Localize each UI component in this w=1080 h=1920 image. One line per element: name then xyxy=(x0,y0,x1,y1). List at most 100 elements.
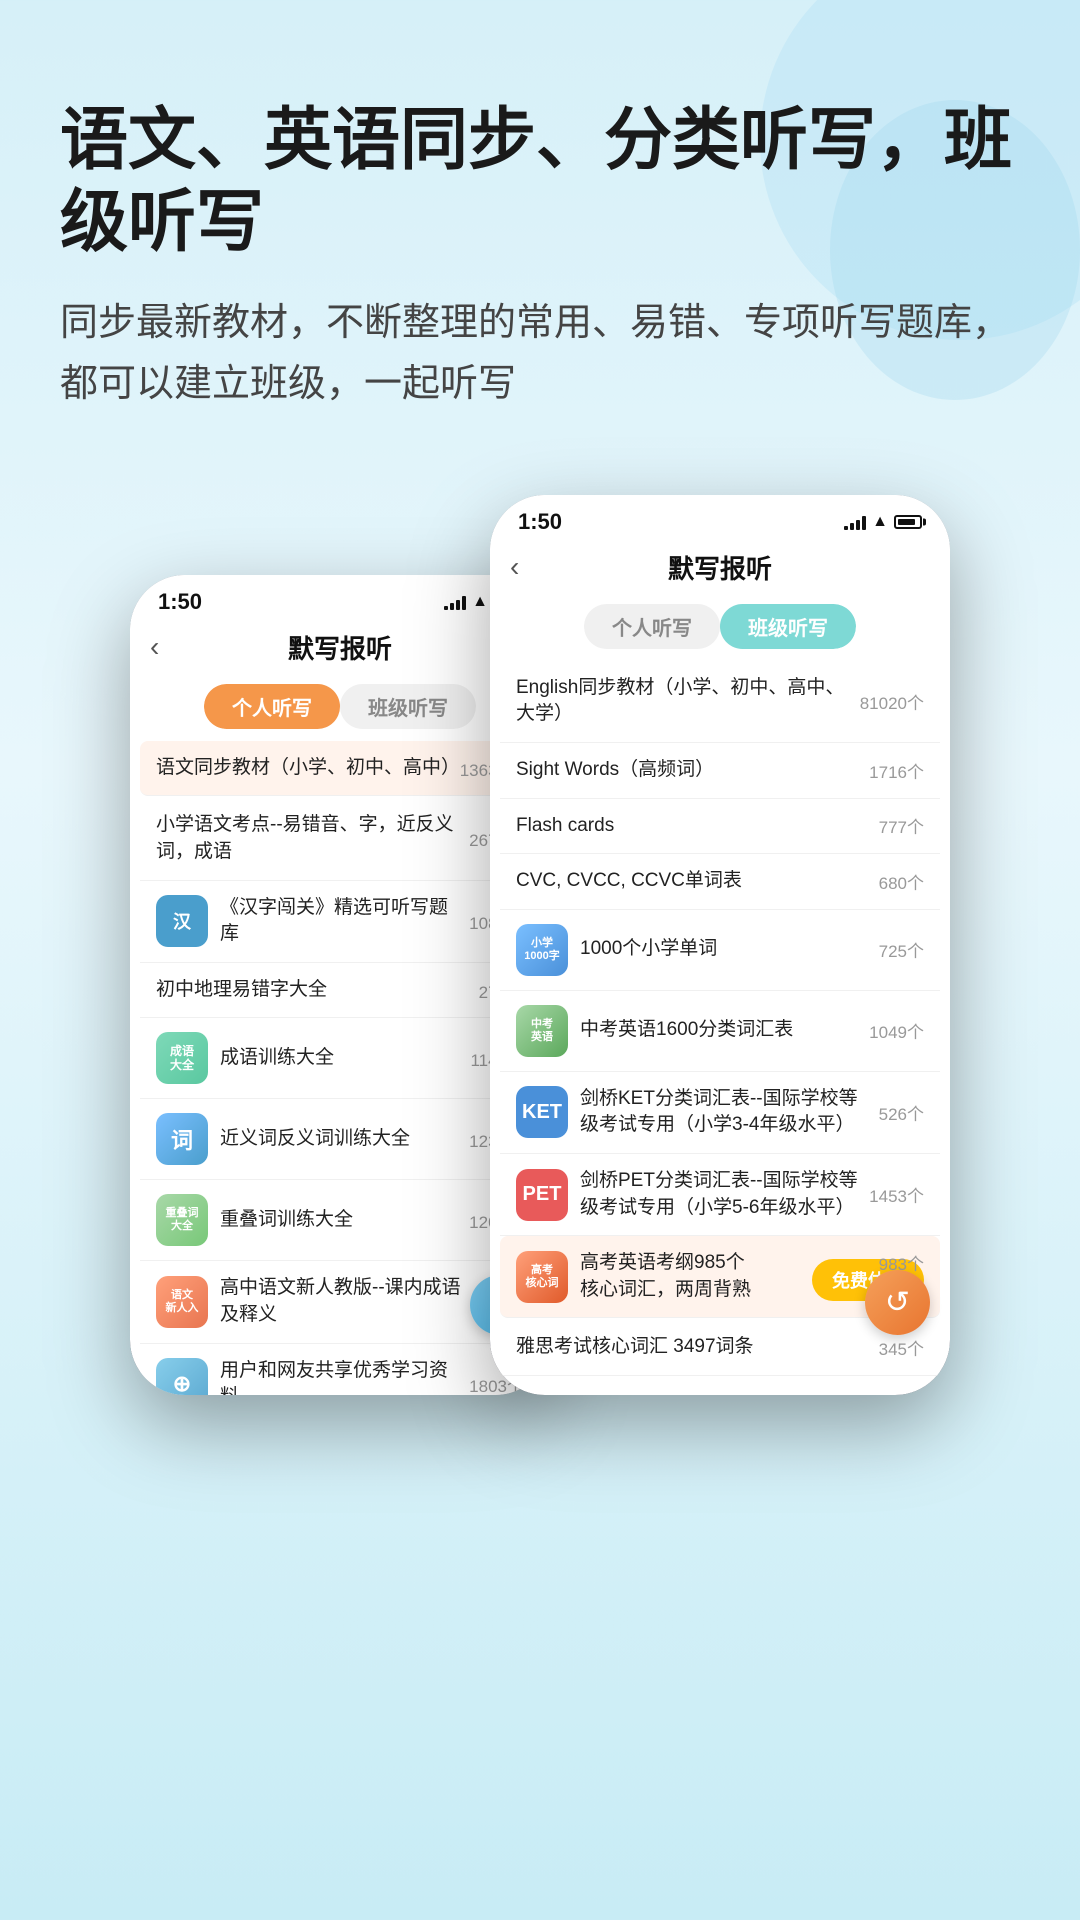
nav-header-left: ‹ 默写报听 xyxy=(130,621,550,676)
list-item-count: 680个 xyxy=(879,869,924,894)
back-button-right[interactable]: ‹ xyxy=(510,551,519,583)
list-item-text: CVC, CVCC, CCVC单词表 xyxy=(516,868,871,895)
list-item-count: 1716个 xyxy=(869,758,924,783)
list-icon: 中考英语 xyxy=(516,1005,568,1057)
phone-right-screen: 1:50 ▲ ‹ 默写报听 xyxy=(490,495,950,1395)
list-item-left: 初中地理易错字大全 xyxy=(156,977,471,1004)
list-item[interactable]: 初中地理易错字大全 275个 xyxy=(140,963,540,1019)
list-item-left: ⊕ 用户和网友共享优秀学习资料 xyxy=(156,1358,461,1395)
list-item-text: 高考英语考纲985个核心词汇，两周背熟 xyxy=(580,1250,752,1303)
status-time-left: 1:50 xyxy=(158,589,202,615)
list-item[interactable]: Flash cards 777个 xyxy=(500,799,940,855)
signal-icon-right xyxy=(844,514,866,530)
list-item[interactable]: 汉 《汉字闯关》精选可听写题库 1087个 xyxy=(140,881,540,963)
header-section: 语文、英语同步、分类听写，班级听写 同步最新教材，不断整理的常用、易错、专项听写… xyxy=(0,0,1080,455)
list-item-count: 1453个 xyxy=(869,1182,924,1207)
list-icon: 重叠词大全 xyxy=(156,1194,208,1246)
list-item-left: 小学语文考点--易错音、字，近反义词，成语 xyxy=(156,812,461,865)
list-item[interactable]: KET 剑桥KET分类词汇表--国际学校等级考试专用（小学3-4年级水平） 52… xyxy=(500,1072,940,1154)
nav-title-left: 默写报听 xyxy=(288,629,392,666)
tab-switcher-left: 个人听写 班级听写 xyxy=(204,684,476,729)
battery-icon-right xyxy=(894,515,922,529)
list-item-text: 1000个小学单词 xyxy=(580,936,871,963)
list-item[interactable]: CVC, CVCC, CCVC单词表 680个 xyxy=(500,854,940,910)
wifi-icon-right: ▲ xyxy=(872,513,888,531)
list-item-text: Flash cards xyxy=(516,813,871,840)
list-item-text: 近义词反义词训练大全 xyxy=(220,1126,461,1153)
status-time-right: 1:50 xyxy=(518,509,562,535)
tab-personal-left[interactable]: 个人听写 xyxy=(204,684,340,729)
list-item-left: English同步教材（小学、初中、高中、大学） xyxy=(516,675,852,728)
list-item-count: 1049个 xyxy=(869,1018,924,1043)
refresh-button-right[interactable]: ↺ xyxy=(865,1270,930,1335)
list-item-text: 用户和网友共享优秀学习资料 xyxy=(220,1358,461,1395)
tab-personal-right[interactable]: 个人听写 xyxy=(584,604,720,649)
list-icon: 词 xyxy=(156,1113,208,1165)
list-item[interactable]: 成语大全 成语训练大全 1143个 xyxy=(140,1018,540,1099)
list-icon: 语文新人入 xyxy=(156,1276,208,1328)
tab-class-left[interactable]: 班级听写 xyxy=(340,684,476,729)
list-item-count: 526个 xyxy=(879,1100,924,1125)
list-item-text: 初中地理易错字大全 xyxy=(156,977,471,1004)
list-item-left: 中考英语 中考英语1600分类词汇表 xyxy=(516,1005,861,1057)
status-bar-right: 1:50 ▲ xyxy=(490,495,950,541)
phones-container: 1:50 ▲ ‹ 默写报听 xyxy=(0,455,1080,1455)
list-item-text: 高中语文新人教版--课内成语及释义 xyxy=(220,1275,471,1328)
phone-left-screen: 1:50 ▲ ‹ 默写报听 xyxy=(130,575,550,1395)
list-item-left: CVC, CVCC, CCVC单词表 xyxy=(516,868,871,895)
list-item-text: Sight Words（高频词） xyxy=(516,757,861,784)
list-icon: 小学1000字 xyxy=(516,924,568,976)
nav-title-right: 默写报听 xyxy=(668,549,772,586)
list-item-left: 语文同步教材（小学、初中、高中） xyxy=(156,755,452,782)
list-item-left: 重叠词大全 重叠词训练大全 xyxy=(156,1194,461,1246)
list-item[interactable]: 雅思考试核心词汇 3497词条 345个 xyxy=(500,1320,940,1376)
list-item-text: English同步教材（小学、初中、高中、大学） xyxy=(516,675,852,728)
back-button-left[interactable]: ‹ xyxy=(150,631,159,663)
list-item[interactable]: 语文同步教材（小学、初中、高中） 13632个 xyxy=(140,741,540,797)
list-item[interactable]: 中考英语 中考英语1600分类词汇表 1049个 xyxy=(500,991,940,1072)
sub-title: 同步最新教材，不断整理的常用、易错、专项听写题库，都可以建立班级，一起听写 xyxy=(60,293,1020,415)
status-bar-left: 1:50 ▲ xyxy=(130,575,550,621)
list-item-left: 词 近义词反义词训练大全 xyxy=(156,1113,461,1165)
list-item-left: 高考核心词 高考英语考纲985个核心词汇，两周背熟 xyxy=(516,1250,752,1303)
list-item[interactable]: 小学1000字 1000个小学单词 725个 xyxy=(500,910,940,991)
status-icons-right: ▲ xyxy=(844,513,922,531)
list-item-text: 剑桥KET分类词汇表--国际学校等级考试专用（小学3-4年级水平） xyxy=(580,1086,871,1139)
list-item-left: 小学1000字 1000个小学单词 xyxy=(516,924,871,976)
list-item-left: 语文新人入 高中语文新人教版--课内成语及释义 xyxy=(156,1275,471,1328)
list-item-left: 成语大全 成语训练大全 xyxy=(156,1032,462,1084)
signal-icon-left xyxy=(444,594,466,610)
list-icon: PET xyxy=(516,1169,568,1221)
list-item[interactable]: ⊕ 用户和网友共享优秀学习资料 1803个 xyxy=(140,1344,540,1395)
list-item-count: 345个 xyxy=(879,1335,924,1360)
list-item-left: PET 剑桥PET分类词汇表--国际学校等级考试专用（小学5-6年级水平） xyxy=(516,1168,861,1221)
list-item-left: 汉 《汉字闯关》精选可听写题库 xyxy=(156,895,461,948)
list-item-text: 雅思考试核心词汇 3497词条 xyxy=(516,1334,871,1361)
tab-switcher-right: 个人听写 班级听写 xyxy=(584,604,856,649)
list-item-text: 《汉字闯关》精选可听写题库 xyxy=(220,895,461,948)
list-item[interactable]: 词 近义词反义词训练大全 1236个 xyxy=(140,1099,540,1180)
list-item-count: 81020个 xyxy=(860,689,924,714)
list-item[interactable]: Sight Words（高频词） 1716个 xyxy=(500,743,940,799)
list-item-text: 中考英语1600分类词汇表 xyxy=(580,1017,861,1044)
list-item[interactable]: PET 剑桥PET分类词汇表--国际学校等级考试专用（小学5-6年级水平） 14… xyxy=(500,1154,940,1236)
list-icon: 成语大全 xyxy=(156,1032,208,1084)
list-item[interactable]: 重叠词大全 重叠词训练大全 1208个 xyxy=(140,1180,540,1261)
list-item[interactable]: English同步教材（小学、初中、高中、大学） 81020个 xyxy=(500,661,940,743)
main-title: 语文、英语同步、分类听写，班级听写 xyxy=(60,100,1020,263)
list-item-text: 语文同步教材（小学、初中、高中） xyxy=(156,755,452,782)
list-item-left: 雅思考试核心词汇 3497词条 xyxy=(516,1334,871,1361)
list-item-left: Sight Words（高频词） xyxy=(516,757,861,784)
list-item-left: Flash cards xyxy=(516,813,871,840)
wifi-icon-left: ▲ xyxy=(472,593,488,611)
list-item-left: KET 剑桥KET分类词汇表--国际学校等级考试专用（小学3-4年级水平） xyxy=(516,1086,871,1139)
list-icon: KET xyxy=(516,1086,568,1138)
list-item-count: 777个 xyxy=(879,813,924,838)
phone-right: 1:50 ▲ ‹ 默写报听 xyxy=(490,495,950,1395)
list-item-text: 剑桥PET分类词汇表--国际学校等级考试专用（小学5-6年级水平） xyxy=(580,1168,861,1221)
list-item-text: 重叠词训练大全 xyxy=(220,1207,461,1234)
list-item[interactable]: 小学语文考点--易错音、字，近反义词，成语 2675个 xyxy=(140,798,540,880)
list-icon: 高考核心词 xyxy=(516,1251,568,1303)
phone-left: 1:50 ▲ ‹ 默写报听 xyxy=(130,575,550,1395)
tab-class-right[interactable]: 班级听写 xyxy=(720,604,856,649)
